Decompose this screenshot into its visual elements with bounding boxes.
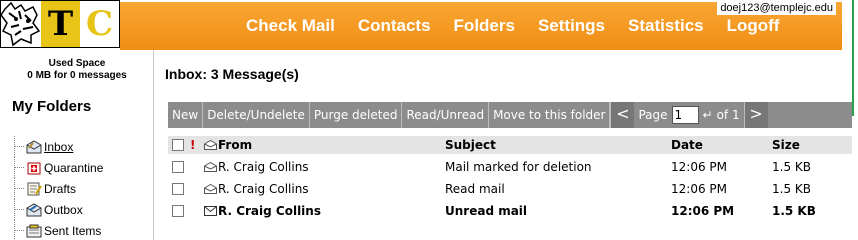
row-checkbox[interactable] [172, 178, 184, 200]
used-space-value: 0 MB for 0 messages [27, 70, 127, 81]
message-from[interactable]: R. Craig Collins [218, 156, 309, 178]
table-row[interactable]: R. Craig Collins Mail marked for deletio… [168, 156, 852, 178]
unread-envelope-icon [204, 200, 217, 222]
folder-quarantine[interactable]: Quarantine [0, 157, 103, 178]
size-column-header[interactable]: Size [772, 136, 800, 154]
page-edge-rule [852, 0, 854, 116]
table-row[interactable]: R. Craig Collins Read mail 12:06 PM 1.5 … [168, 178, 852, 200]
sent-items-icon [26, 224, 42, 238]
folder-outbox[interactable]: Outbox [0, 199, 103, 220]
folder-label-drafts: Drafts [44, 181, 77, 196]
outbox-icon [26, 202, 42, 217]
folder-label-quarantine: Quarantine [44, 160, 104, 175]
tree-branch [0, 178, 26, 199]
logo-letter-t: T [41, 1, 80, 47]
folder-label-sent-items: Sent Items [44, 223, 102, 238]
message-subject[interactable]: Unread mail [445, 200, 527, 222]
tree-branch [0, 199, 26, 220]
folder-tree: Inbox Quarantine Drafts Outbox Sent Item… [0, 136, 103, 240]
nav-folders[interactable]: Folders [454, 16, 515, 38]
tree-branch [0, 136, 26, 157]
read-envelope-icon [204, 156, 217, 178]
message-size: 1.5 KB [772, 160, 811, 174]
nav-logoff[interactable]: Logoff [727, 16, 780, 38]
message-date: 12:06 PM [671, 182, 727, 196]
nav-settings[interactable]: Settings [538, 16, 605, 38]
inbox-icon [26, 139, 42, 154]
subject-column-header[interactable]: Subject [445, 136, 496, 154]
tiger-mascot-icon [0, 1, 41, 47]
message-subject[interactable]: Read mail [445, 178, 505, 200]
folder-sent-items[interactable]: Sent Items [0, 220, 103, 240]
message-size: 1.5 KB [772, 204, 816, 218]
from-column-header[interactable]: From [218, 136, 252, 154]
logo-letter-c: C [80, 1, 119, 47]
sidebar: Used Space 0 MB for 0 messages My Folder… [0, 50, 154, 240]
folder-label-inbox: Inbox [44, 139, 74, 154]
move-to-folder-button[interactable]: Move to this folder [489, 102, 611, 128]
select-all-checkbox[interactable] [172, 136, 184, 154]
nav-contacts[interactable]: Contacts [358, 16, 431, 38]
message-toolbar: New Delete/Undelete Purge deleted Read/U… [168, 102, 852, 128]
page-label: Page [638, 108, 668, 122]
header: T C doej123@templejc.edu Check Mail Cont… [0, 0, 858, 50]
main-content: Inbox: 3 Message(s) New Delete/Undelete … [165, 50, 852, 240]
message-list: ! From Subject Date Size R. Craig Collin… [168, 136, 852, 222]
table-row[interactable]: R. Craig Collins Unread mail 12:06 PM 1.… [168, 200, 852, 222]
nav-statistics[interactable]: Statistics [628, 16, 704, 38]
drafts-icon [26, 182, 42, 196]
message-subject[interactable]: Mail marked for deletion [445, 156, 592, 178]
envelope-icon [204, 136, 217, 154]
priority-column-header[interactable]: ! [190, 136, 195, 154]
page-count: of 1 [716, 108, 740, 122]
delete-undelete-button[interactable]: Delete/Undelete [203, 102, 310, 128]
folder-drafts[interactable]: Drafts [0, 178, 103, 199]
quarantine-icon [26, 161, 42, 175]
read-envelope-icon [204, 178, 217, 200]
row-checkbox[interactable] [172, 156, 184, 178]
message-size: 1.5 KB [772, 182, 811, 196]
used-space-title: Used Space [48, 58, 106, 69]
page-title: Inbox: 3 Message(s) [165, 66, 299, 82]
my-folders-heading: My Folders [12, 98, 92, 115]
tc-logo[interactable]: T C [0, 0, 120, 48]
used-space: Used Space 0 MB for 0 messages [0, 58, 154, 82]
purge-deleted-button[interactable]: Purge deleted [310, 102, 403, 128]
folder-inbox[interactable]: Inbox [0, 136, 103, 157]
message-date: 12:06 PM [671, 204, 735, 218]
tree-branch [0, 157, 26, 178]
new-button[interactable]: New [168, 102, 204, 128]
pager: Page ↵ of 1 [634, 102, 743, 128]
user-email: doej123@templejc.edu [717, 2, 836, 15]
main-nav: Check Mail Contacts Folders Settings Sta… [240, 16, 802, 38]
page-number-input[interactable] [671, 106, 699, 124]
top-nav-bar: doej123@templejc.edu Check Mail Contacts… [120, 2, 842, 50]
next-page-button[interactable]: > [743, 102, 768, 128]
message-from[interactable]: R. Craig Collins [218, 178, 309, 200]
tree-branch [0, 220, 26, 240]
folder-label-outbox: Outbox [44, 202, 83, 217]
message-from[interactable]: R. Craig Collins [218, 200, 321, 222]
previous-page-button[interactable]: < [610, 102, 635, 128]
read-unread-button[interactable]: Read/Unread [402, 102, 490, 128]
enter-icon[interactable]: ↵ [703, 108, 713, 122]
message-date: 12:06 PM [671, 160, 727, 174]
message-list-header: ! From Subject Date Size [168, 136, 852, 154]
date-column-header[interactable]: Date [671, 136, 703, 154]
row-checkbox[interactable] [172, 200, 184, 222]
webmail-page: T C doej123@templejc.edu Check Mail Cont… [0, 0, 858, 240]
nav-check-mail[interactable]: Check Mail [246, 16, 335, 38]
